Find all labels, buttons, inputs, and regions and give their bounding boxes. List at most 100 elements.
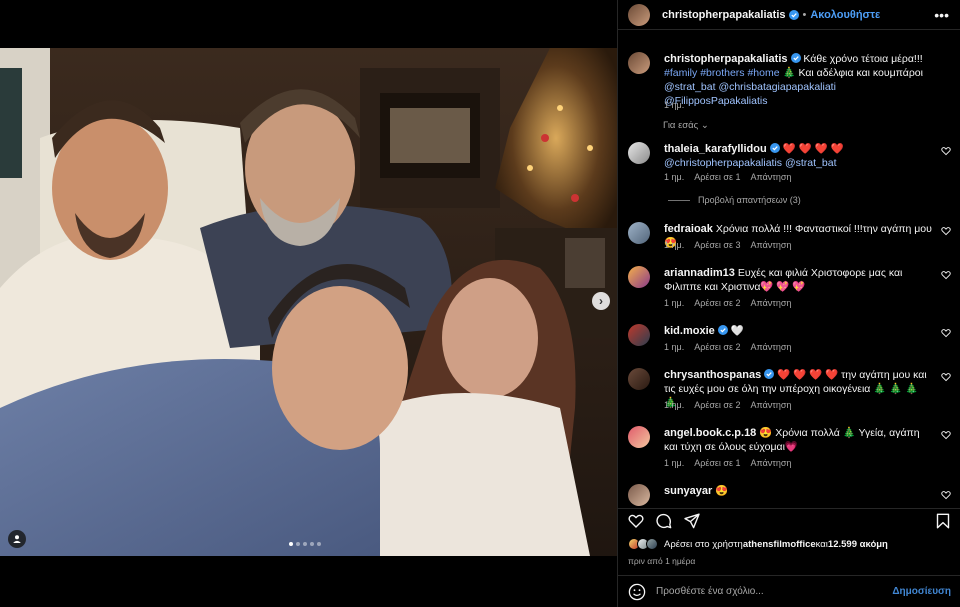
post-photo[interactable] [0, 48, 617, 556]
caption-author-avatar[interactable] [628, 52, 650, 74]
comment-composer: Δημοσίευση [618, 575, 960, 607]
mention-link[interactable]: @strat_bat [785, 157, 837, 169]
reply-button[interactable]: Απάντηση [750, 400, 791, 410]
post-media: › [0, 0, 617, 607]
comment-body: ❤️ ❤️ ❤️ ❤️ [779, 143, 844, 155]
likes-summary[interactable]: Αρέσει στο χρήστη athensfilmoffice και 1… [628, 538, 888, 550]
carousel-next-button[interactable]: › [592, 292, 610, 310]
carousel-dot [303, 542, 307, 546]
comment-like-heart-icon[interactable] [941, 372, 951, 382]
comment-username[interactable]: sunyayar [664, 485, 712, 497]
comments-scroll-area[interactable]: christopherpapakaliatis Κάθε χρόνο τέτοι… [618, 44, 960, 508]
commenter-avatar[interactable] [628, 266, 650, 288]
commenter-avatar[interactable] [628, 324, 650, 346]
comment-time: 1 ημ. [664, 458, 685, 468]
comment-like-heart-icon[interactable] [941, 328, 951, 338]
post-comment-button[interactable]: Δημοσίευση [892, 586, 951, 597]
comment-input[interactable] [656, 586, 893, 597]
chevron-right-icon: › [599, 294, 603, 308]
commenter-avatar[interactable] [628, 142, 650, 164]
comment-meta: 1 ημ. Αρέσει σε 1 Απάντηση [664, 172, 791, 182]
caption-text-part: Κάθε χρόνο τέτοια μέρα!!! [803, 53, 923, 65]
comment-username[interactable]: chrysanthospanas [664, 369, 761, 381]
comment-sort-dropdown[interactable]: Για εσάς ⌄ [663, 120, 709, 131]
caption-username[interactable]: christopherpapakaliatis [664, 53, 788, 65]
comment-username[interactable]: thaleia_karafyllidou [664, 143, 767, 155]
hashtag-link[interactable]: #home [747, 67, 779, 79]
carousel-dot [289, 542, 293, 546]
carousel-dot [317, 542, 321, 546]
more-options-icon[interactable]: ••• [934, 7, 949, 23]
author-avatar[interactable] [628, 3, 650, 26]
comment-like-heart-icon[interactable] [941, 146, 951, 156]
photo-illustration [0, 48, 617, 556]
commenter-avatar[interactable] [628, 426, 650, 448]
replies-divider [668, 199, 690, 201]
chevron-down-icon: ⌄ [700, 120, 709, 131]
reply-button[interactable]: Απάντηση [750, 240, 791, 250]
commenter-avatar[interactable] [628, 484, 650, 506]
reply-button[interactable]: Απάντηση [750, 342, 791, 352]
comment-username[interactable]: ariannadim13 [664, 267, 735, 279]
likes-prefix: Αρέσει στο χρήστη [664, 538, 743, 550]
heart-icon[interactable] [628, 513, 644, 529]
comment-time: 1 ημ. [664, 240, 685, 250]
verified-badge-icon [790, 53, 801, 63]
bookmark-icon[interactable] [935, 513, 951, 529]
carousel-dot [310, 542, 314, 546]
comment-username[interactable]: fedraioak [664, 223, 713, 235]
post-date[interactable]: πριν από 1 ημέρα [628, 556, 695, 566]
comment-username[interactable]: angel.book.c.p.18 [664, 427, 756, 439]
liker-avatars [628, 538, 658, 550]
verified-badge-icon [764, 369, 775, 379]
comment-icon[interactable] [656, 513, 672, 529]
comment-like-count[interactable]: Αρέσει σε 2 [694, 298, 740, 308]
comment-like-count[interactable]: Αρέσει σε 1 [694, 172, 740, 182]
post-action-bar [618, 508, 960, 532]
reply-button[interactable]: Απάντηση [750, 458, 791, 468]
caption-time: 1 ημ. [664, 100, 685, 110]
comment-body: 🤍 [730, 325, 744, 337]
comment-like-heart-icon[interactable] [941, 226, 951, 236]
comment-meta: 1 ημ. Αρέσει σε 2 Απάντηση [664, 298, 791, 308]
comment-like-heart-icon[interactable] [941, 430, 951, 440]
reply-button[interactable]: Απάντηση [750, 172, 791, 182]
mention-link[interactable]: @strat_bat [664, 81, 716, 93]
comment-like-count[interactable]: Αρέσει σε 2 [694, 400, 740, 410]
share-icon[interactable] [684, 513, 700, 529]
comment-like-heart-icon[interactable] [941, 270, 951, 280]
hashtag-link[interactable]: #brothers [700, 67, 744, 79]
reply-button[interactable]: Απάντηση [750, 298, 791, 308]
carousel-indicator [289, 542, 321, 546]
caption-text: christopherpapakaliatis Κάθε χρόνο τέτοι… [664, 52, 934, 108]
emoji-icon[interactable] [628, 583, 646, 601]
author-username[interactable]: christopherpapakaliatis [662, 9, 786, 21]
verified-badge-icon [788, 9, 799, 20]
follow-button[interactable]: Ακολουθήστε [810, 9, 880, 21]
header-separator: • [802, 8, 807, 21]
mention-link[interactable]: @christopherpapakaliatis [664, 157, 782, 169]
view-replies-label: Προβολή απαντήσεων (3) [698, 195, 801, 205]
view-replies-button[interactable]: Προβολή απαντήσεων (3) [668, 195, 801, 205]
comment-username[interactable]: kid.moxie [664, 325, 715, 337]
post-header: christopherpapakaliatis • Ακολουθήστε ••… [618, 0, 960, 30]
caption-meta: 1 ημ. [664, 100, 684, 110]
comment-like-heart-icon[interactable] [941, 490, 951, 500]
comment-text: angel.book.c.p.18 😍 Χρόνια πολλά 🎄 Υγεία… [664, 426, 934, 454]
caption-text-part: 🎄 Και αδέλφια και κουμπάροι [779, 67, 923, 79]
commenter-avatar[interactable] [628, 368, 650, 390]
comment-time: 1 ημ. [664, 342, 685, 352]
liker-username[interactable]: athensfilmoffice [743, 539, 816, 550]
hashtag-link[interactable]: #family [664, 67, 697, 79]
comment-like-count[interactable]: Αρέσει σε 2 [694, 342, 740, 352]
likes-middle: και [815, 538, 828, 550]
comment-meta: 1 ημ. Αρέσει σε 2 Απάντηση [664, 342, 791, 352]
comment-like-count[interactable]: Αρέσει σε 1 [694, 458, 740, 468]
comment-like-count[interactable]: Αρέσει σε 3 [694, 240, 740, 250]
mention-link[interactable]: @chrisbatagiapapakaliati [718, 81, 835, 93]
liker-avatar [646, 538, 658, 550]
comment-text: kid.moxie 🤍 [664, 324, 934, 338]
likes-count[interactable]: 12.599 ακόμη [828, 539, 888, 550]
tagged-users-button[interactable] [8, 530, 26, 548]
commenter-avatar[interactable] [628, 222, 650, 244]
